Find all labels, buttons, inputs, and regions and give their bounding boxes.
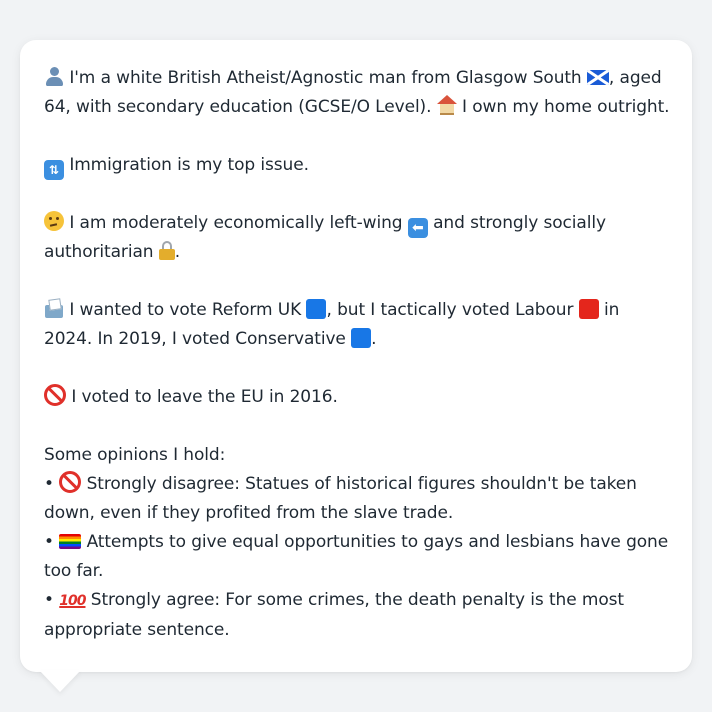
top-issue-paragraph: ⇅ Immigration is my top issue. <box>44 151 670 180</box>
prohibited-icon <box>59 471 82 493</box>
identity-text-3: I own my home outright. <box>462 97 670 117</box>
red-square-icon <box>578 299 599 319</box>
opinions-paragraph: Some opinions I hold: • Strongly disagre… <box>44 441 670 645</box>
voting-paragraph: I wanted to vote Reform UK , but I tacti… <box>44 296 670 354</box>
bullet: • <box>44 474 54 494</box>
bullet: • <box>44 590 54 610</box>
identity-paragraph: I'm a white British Atheist/Agnostic man… <box>44 64 670 122</box>
blue-square-icon <box>306 299 327 319</box>
lock-icon <box>158 241 175 260</box>
voting-text-2: , but I tactically voted Labour <box>326 300 574 320</box>
opinion-item-text: Strongly agree: For some crimes, the dea… <box>44 590 624 640</box>
voting-text-1: I wanted to vote Reform UK <box>69 300 302 320</box>
left-arrow-icon: ⬅ <box>407 218 428 238</box>
house-icon <box>436 95 457 115</box>
rainbow-flag-icon <box>59 534 82 549</box>
voting-text-4: . <box>371 329 377 349</box>
scotland-flag-icon <box>586 70 609 85</box>
brexit-paragraph: I voted to leave the EU in 2016. <box>44 383 670 412</box>
brexit-text: I voted to leave the EU in 2016. <box>71 387 338 407</box>
opinions-heading: Some opinions I hold: <box>44 445 226 465</box>
bullet: • <box>44 532 54 552</box>
prohibited-icon <box>44 384 66 406</box>
ballot-box-icon <box>44 298 64 318</box>
persona-message-bubble: I'm a white British Atheist/Agnostic man… <box>20 40 692 672</box>
hundred-points-icon: 100 <box>59 593 86 609</box>
opinion-item-text: Strongly disagree: Statues of historical… <box>44 474 637 523</box>
blue-square-icon <box>351 328 372 348</box>
bubble-tail <box>39 670 81 692</box>
thinking-face-icon <box>44 211 64 231</box>
ideology-text-1: I am moderately economically left-wing <box>69 213 403 233</box>
person-icon <box>44 66 64 86</box>
identity-text-1: I'm a white British Atheist/Agnostic man… <box>69 68 582 88</box>
top-issue-text: Immigration is my top issue. <box>69 155 309 175</box>
ideology-text-3: . <box>174 242 181 262</box>
opinion-item-text: Attempts to give equal opportunities to … <box>44 532 669 581</box>
ideology-paragraph: I am moderately economically left-wing ⬅… <box>44 209 670 267</box>
passport-control-icon: ⇅ <box>44 160 64 180</box>
